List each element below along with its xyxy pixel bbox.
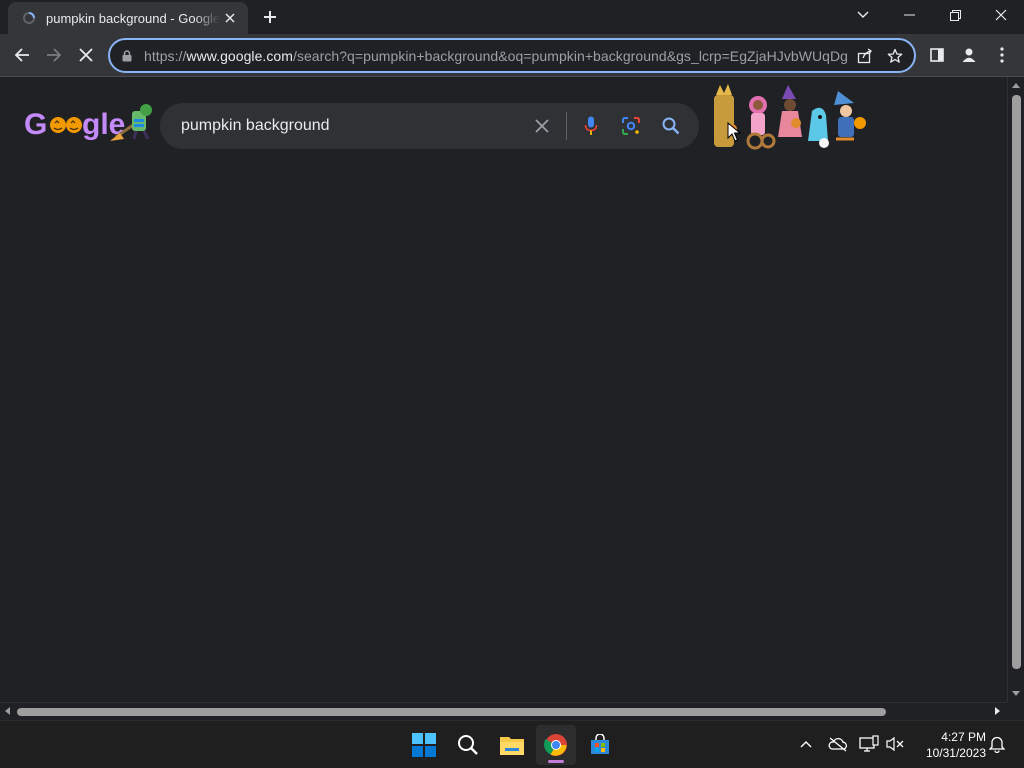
star-icon[interactable] [880,41,910,71]
horizontal-scroll-thumb[interactable] [17,708,886,716]
scroll-down-icon[interactable] [1012,691,1020,696]
forward-icon[interactable] [39,40,69,70]
scroll-right-icon[interactable] [995,707,1000,715]
search-icon[interactable] [448,725,488,765]
tab-strip: pumpkin background - Google Search [0,0,1024,34]
scroll-up-icon[interactable] [1012,83,1020,88]
scroll-corner [1007,702,1024,719]
notification-bell-icon[interactable] [986,733,1008,755]
tab-active[interactable]: pumpkin background - Google Search [8,2,248,34]
tab-title: pumpkin background - Google Search [46,10,220,26]
profile-icon[interactable] [954,40,984,70]
restore-icon[interactable] [932,0,978,30]
clock-date: 10/31/2023 [925,746,986,760]
chevron-up-icon[interactable] [795,733,817,755]
minimize-icon[interactable] [886,0,932,30]
back-icon[interactable] [7,40,37,70]
store-icon[interactable] [580,725,620,765]
chrome-icon[interactable] [536,725,576,765]
google-logo[interactable]: G gle [24,101,158,147]
vertical-scrollbar[interactable] [1007,77,1024,702]
page-content: G gle pumpkin background [0,77,1007,702]
onedrive-offline-icon[interactable] [827,733,849,755]
lens-search-icon[interactable] [611,106,651,146]
logo-letter-g: G [24,108,47,141]
clear-search-icon[interactable] [522,106,562,146]
url-host: www.google.com [186,47,293,64]
browser-toolbar: https://www.google.com/search?q=pumpkin+… [0,34,1024,77]
vertical-scroll-thumb[interactable] [1012,95,1021,669]
search-input[interactable]: pumpkin background [160,117,522,135]
address-bar[interactable]: https://www.google.com/search?q=pumpkin+… [108,38,916,73]
scroll-left-icon[interactable] [5,707,10,715]
clock-time: 4:27 PM [941,730,986,744]
close-icon[interactable] [978,0,1024,30]
voice-search-icon[interactable] [571,106,611,146]
side-panel-icon[interactable] [922,40,952,70]
tab-close-icon[interactable] [220,8,240,28]
url-path: /search?q=pumpkin+background&oq=pumpkin+… [292,47,848,64]
search-box[interactable]: pumpkin background [160,103,699,149]
loading-spinner-icon [22,11,36,25]
horizontal-scrollbar[interactable] [0,702,1007,719]
halloween-doodle[interactable] [708,81,878,153]
active-app-indicator [548,760,564,763]
search-icon[interactable] [651,106,691,146]
url-text: https://www.google.com/search?q=pumpkin+… [144,48,850,64]
taskbar: 4:27 PM 10/31/2023 [0,720,1024,768]
start-icon[interactable] [404,725,444,765]
file-explorer-icon[interactable] [492,725,532,765]
network-icon[interactable] [858,733,880,755]
menu-icon[interactable] [987,40,1017,70]
tab-search-icon[interactable] [840,0,886,30]
new-tab-icon[interactable] [256,4,284,30]
url-scheme: https:// [144,47,187,64]
volume-muted-icon[interactable] [884,733,906,755]
stop-icon[interactable] [71,40,101,70]
taskbar-clock[interactable]: 4:27 PM 10/31/2023 [914,729,986,761]
screen: pumpkin background - Google Search [0,0,1024,768]
lock-icon[interactable] [120,49,134,63]
mouse-cursor-icon [727,122,741,142]
search-divider [566,112,567,140]
share-icon[interactable] [850,41,880,71]
